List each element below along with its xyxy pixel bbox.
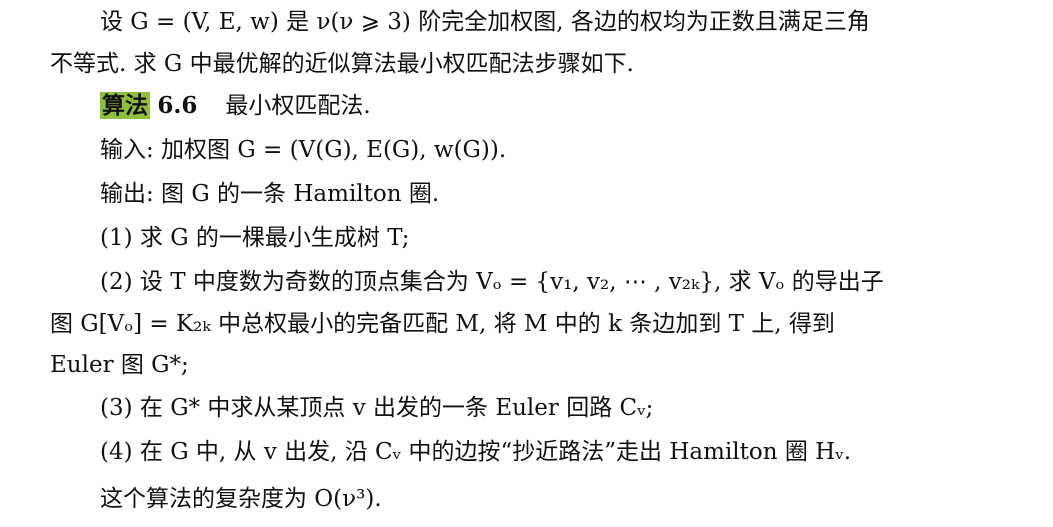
complexity-note: 这个算法的复杂度为 O(ν³). (100, 486, 382, 512)
algorithm-number: 6.6 (157, 92, 198, 119)
algorithm-label: 算法 (100, 92, 150, 119)
step-3: (3) 在 G* 中求从某顶点 v 出发的一条 Euler 回路 Cᵥ; (100, 395, 654, 421)
step-2-line-3: Euler 图 G*; (50, 352, 189, 378)
step-2-line-2: 图 G[Vₒ] = K₂ₖ 中总权最小的完备匹配 M, 将 M 中的 k 条边加… (50, 311, 835, 337)
algorithm-output: 输出: 图 G 的一条 Hamilton 圈. (100, 181, 440, 207)
algorithm-name: 最小权匹配法. (225, 93, 371, 119)
intro-line-2: 不等式. 求 G 中最优解的近似算法最小权匹配法步骤如下. (50, 51, 634, 77)
step-4: (4) 在 G 中, 从 v 出发, 沿 Cᵥ 中的边按“抄近路法”走出 Ham… (100, 439, 852, 465)
algorithm-heading: 算法 6.6 最小权匹配法. (100, 91, 371, 121)
algorithm-input: 输入: 加权图 G = (V(G), E(G), w(G)). (100, 137, 507, 163)
step-1: (1) 求 G 的一棵最小生成树 T; (100, 225, 410, 251)
intro-line-1: 设 G = (V, E, w) 是 ν(ν ⩾ 3) 阶完全加权图, 各边的权均… (100, 9, 870, 35)
step-2-line-1: (2) 设 T 中度数为奇数的顶点集合为 Vₒ = {v₁, v₂, ⋯ , v… (100, 269, 884, 295)
